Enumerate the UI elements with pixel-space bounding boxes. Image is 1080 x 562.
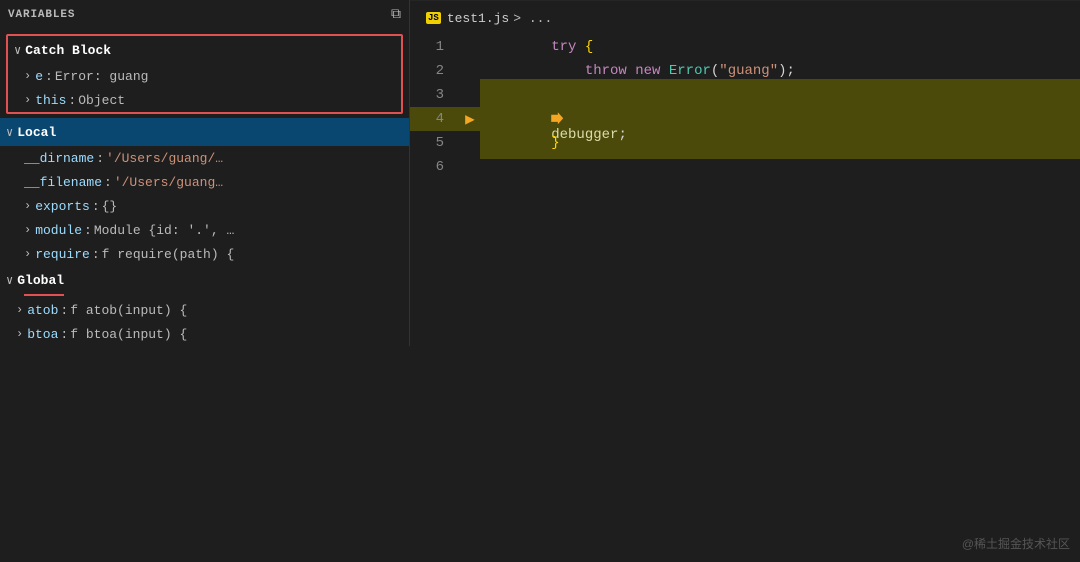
dirname-name: __dirname	[24, 151, 94, 166]
require-value: f require(path) {	[102, 247, 235, 262]
filename-value: '/Users/guang…	[114, 175, 223, 190]
catch-var-e-value: Error: guang	[55, 69, 149, 84]
require-name: require	[35, 247, 90, 262]
js-icon: JS	[426, 12, 441, 24]
variables-header: VARIABLES ⧉	[0, 0, 409, 30]
editor-panel: JS test1.js > ... 1 try { 2 throw new Er…	[410, 0, 1080, 562]
catch-var-this[interactable]: › this : Object	[8, 88, 401, 112]
catch-block-header[interactable]: ∨ Catch Block	[8, 36, 401, 64]
exports-name: exports	[35, 199, 90, 214]
catch-block-section: ∨ Catch Block › e : Error: guang › this …	[6, 34, 403, 114]
watermark: @稀土掘金技术社区	[962, 535, 1070, 552]
local-title: Local	[17, 125, 56, 140]
line-number-3: 3	[410, 87, 460, 103]
editor-tab[interactable]: JS test1.js > ...	[410, 0, 1080, 35]
filename-name: __filename	[24, 175, 102, 190]
global-header[interactable]: ∨ Global	[0, 266, 409, 294]
catch-var-this-value: Object	[78, 93, 125, 108]
dirname-value: '/Users/guang/…	[106, 151, 223, 166]
line-number-6: 6	[410, 159, 460, 175]
catch-chevron-icon: ∨	[14, 43, 21, 58]
code-line-5: 5 }	[410, 131, 1080, 155]
local-var-exports[interactable]: › exports : {}	[0, 194, 409, 218]
catch-var-e-name: e	[35, 69, 43, 84]
local-var-dirname[interactable]: __dirname : '/Users/guang/…	[0, 146, 409, 170]
module-value: Module {id: '.', …	[94, 223, 234, 238]
require-expand-icon: ›	[24, 247, 31, 261]
module-name: module	[35, 223, 82, 238]
copy-icon[interactable]: ⧉	[391, 7, 401, 23]
line-arrow-4: ▶	[460, 109, 480, 129]
editor-code: 1 try { 2 throw new Error("guang"); 3 } …	[410, 35, 1080, 562]
global-section: ∨ Global › atob : f atob(input) { › btoa…	[0, 266, 409, 346]
catch-var-e[interactable]: › e : Error: guang	[8, 64, 401, 88]
this-expand-icon: ›	[24, 93, 31, 107]
btoa-value: f btoa(input) {	[70, 327, 187, 342]
line-number-4: 4	[410, 111, 460, 127]
exports-expand-icon: ›	[24, 199, 31, 213]
catch-var-this-name: this	[35, 93, 66, 108]
line-number-2: 2	[410, 63, 460, 79]
exports-value: {}	[102, 199, 118, 214]
atob-value: f atob(input) {	[70, 303, 187, 318]
btoa-name: btoa	[27, 327, 58, 342]
e-expand-icon: ›	[24, 69, 31, 83]
line-number-5: 5	[410, 135, 460, 151]
atob-name: atob	[27, 303, 58, 318]
catch-block-title: Catch Block	[25, 43, 111, 58]
local-var-filename[interactable]: __filename : '/Users/guang…	[0, 170, 409, 194]
local-var-module[interactable]: › module : Module {id: '.', …	[0, 218, 409, 242]
global-title: Global	[17, 273, 64, 288]
local-chevron-icon: ∨	[6, 125, 13, 140]
module-expand-icon: ›	[24, 223, 31, 237]
variables-title: VARIABLES	[8, 9, 75, 21]
local-header[interactable]: ∨ Local	[0, 118, 409, 146]
line-number-1: 1	[410, 39, 460, 55]
atob-expand-icon: ›	[16, 303, 23, 317]
btoa-expand-icon: ›	[16, 327, 23, 341]
global-var-btoa[interactable]: › btoa : f btoa(input) {	[0, 322, 409, 346]
local-section: ∨ Local __dirname : '/Users/guang/… __fi…	[0, 118, 409, 266]
global-var-atob[interactable]: › atob : f atob(input) {	[0, 298, 409, 322]
local-var-require[interactable]: › require : f require(path) {	[0, 242, 409, 266]
global-chevron-icon: ∨	[6, 273, 13, 288]
tab-breadcrumb: > ...	[513, 11, 552, 26]
code-line-6: 6	[410, 155, 1080, 179]
tab-filename: test1.js	[447, 11, 509, 26]
